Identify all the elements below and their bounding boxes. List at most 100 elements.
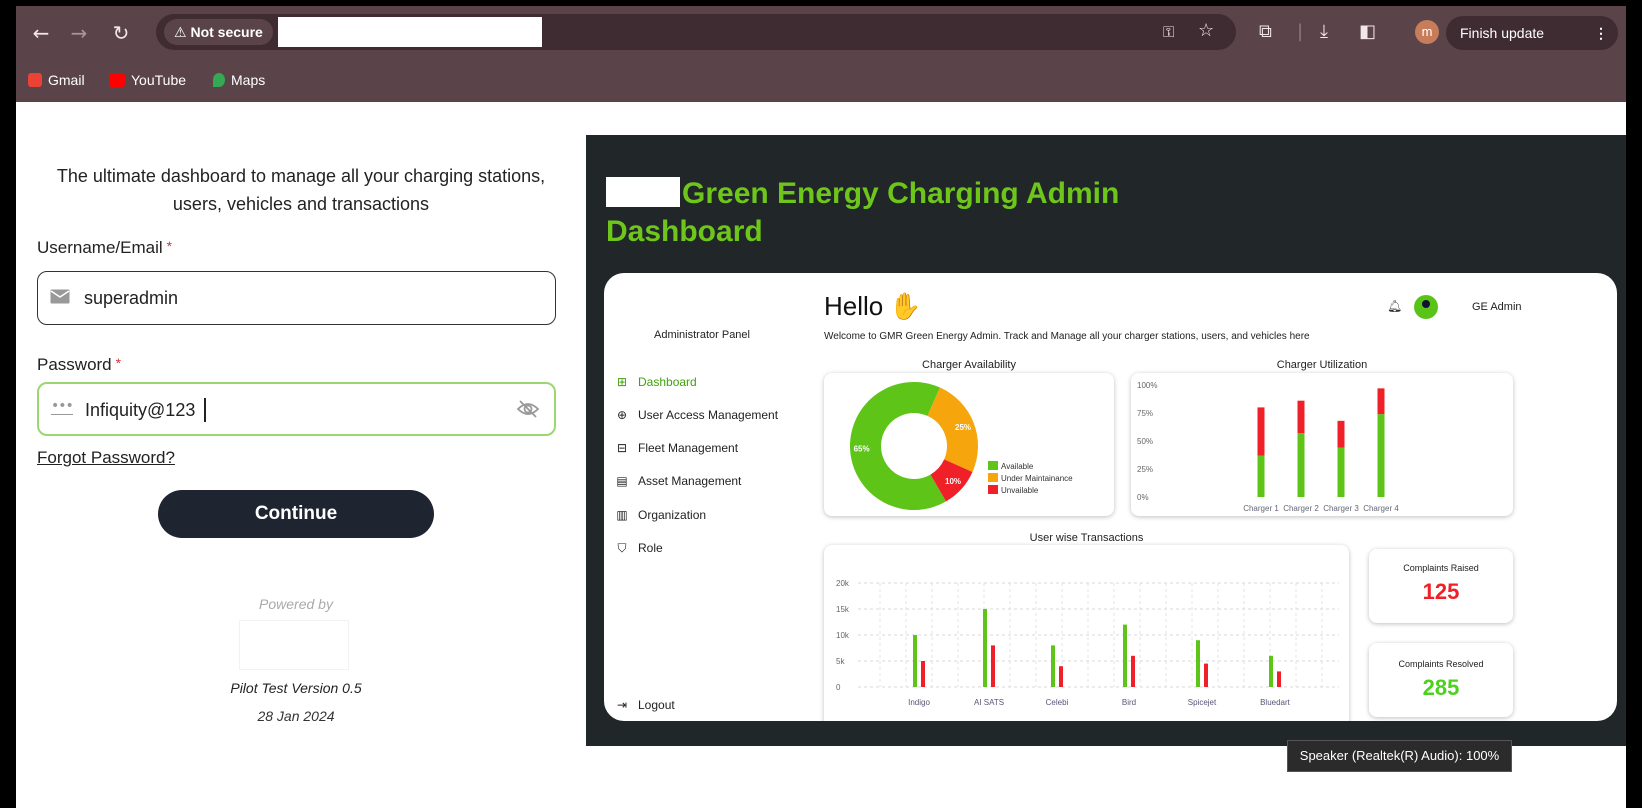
volume-tooltip: Speaker (Realtek(R) Audio): 100%: [1287, 740, 1512, 772]
bar-red: [991, 645, 995, 687]
bookmark-label: Maps: [231, 72, 266, 88]
login-panel: The ultimate dashboard to manage all you…: [16, 102, 586, 808]
password-value: Infiquity@123: [85, 400, 196, 420]
admin-name: GE Admin: [1472, 301, 1522, 313]
not-secure-label: Not secure: [190, 24, 263, 40]
availability-donut: 65% 25% 10% Available Under Maintainance Unva…: [850, 381, 1073, 510]
transactions-chart: 20k 15k 10k 5k 0 Indigo AI SATS Celebi Bird Spice…: [836, 579, 1339, 707]
bar-green: [983, 609, 987, 687]
menu-label: User Access Management: [638, 408, 779, 422]
y-tick-label: 20k: [836, 579, 850, 588]
download-icon[interactable]: ⤓: [1320, 20, 1328, 44]
bookmark-gmail[interactable]: Gmail: [28, 70, 85, 90]
menu-label: Fleet Management: [638, 441, 739, 455]
x-tick-label: Bird: [1122, 698, 1136, 707]
bar-green: [1196, 640, 1200, 687]
bookmark-maps[interactable]: Maps: [213, 70, 265, 90]
bell-icon[interactable]: 🔔︎: [1387, 299, 1402, 313]
kebab-menu-icon[interactable]: ⋮: [1594, 16, 1608, 50]
powered-by-label: Powered by: [259, 596, 333, 612]
menu-label: Role: [638, 541, 663, 555]
forgot-password-link[interactable]: Forgot Password?: [37, 448, 175, 468]
password-dots-icon: •••: [51, 398, 74, 414]
hero-title: Green Energy Charging Admin Dashboard: [606, 175, 1166, 251]
menu-label: Asset Management: [638, 474, 742, 488]
car-icon: ⊟: [616, 441, 628, 455]
menu-item-role[interactable]: ⛉ Role: [614, 539, 663, 557]
bar-green: [1337, 447, 1345, 497]
legend-swatch: [988, 485, 998, 494]
legend-label: Under Maintainance: [1001, 474, 1073, 483]
y-tick-label: 5k: [836, 657, 845, 666]
utilization-card: 100% 75% 50% 25% 0% Charger 1 Charger 2 Charger…: [1131, 373, 1513, 516]
finish-update-button[interactable]: Finish update ⋮: [1446, 16, 1618, 50]
username-label-text: Username/Email: [37, 238, 163, 257]
wave-icon: ✋: [889, 292, 922, 322]
bar-green: [1377, 414, 1385, 497]
side-panel-icon[interactable]: ◧: [1359, 20, 1376, 44]
admin-avatar[interactable]: [1414, 295, 1438, 319]
y-tick-label: 0%: [1137, 493, 1149, 502]
bookmark-label: Gmail: [48, 72, 85, 88]
x-tick-label: Bluedart: [1260, 698, 1291, 707]
menu-label: Organization: [638, 508, 707, 522]
url-field[interactable]: [278, 17, 542, 47]
mail-icon: [50, 289, 70, 304]
welcome-text: Welcome to GMR Green Energy Admin. Track…: [824, 331, 1310, 342]
browser-toolbar: ← → ↻ ⚠ Not secure ⚿ ☆ ⧉ | ⤓ ◧ m Finish …: [16, 6, 1626, 58]
username-field[interactable]: superadmin: [37, 271, 556, 325]
tagline: The ultimate dashboard to manage all you…: [56, 166, 546, 214]
x-tick-label: Spicejet: [1188, 698, 1217, 707]
bar-red: [1337, 420, 1345, 448]
extensions-icon[interactable]: ⧉: [1259, 20, 1272, 44]
complaints-resolved-value: 285: [1422, 675, 1460, 700]
transactions-card: 20k 15k 10k 5k 0 Indigo AI SATS Celebi Bird Spice…: [824, 545, 1349, 721]
bar-red: [1059, 666, 1063, 687]
menu-item-dashboard[interactable]: ⊞ Dashboard: [614, 373, 697, 391]
bookmark-youtube[interactable]: YouTube: [109, 70, 186, 90]
legend-label: Unvailable: [1001, 486, 1039, 495]
menu-item-asset[interactable]: ▤ Asset Management: [614, 472, 741, 490]
complaints-raised-value: 125: [1422, 579, 1460, 604]
menu-item-logout[interactable]: ⇥ Logout: [614, 696, 675, 714]
complaints-raised-card: Complaints Raised 125: [1369, 549, 1513, 623]
key-icon[interactable]: ⚿: [1163, 20, 1174, 44]
version-date: 28 Jan 2024: [257, 708, 335, 724]
logout-icon: ⇥: [616, 698, 628, 712]
version-label: Pilot Test Version 0.5: [230, 680, 362, 696]
bar-red: [1204, 663, 1208, 687]
legend-swatch: [988, 461, 998, 470]
bookmark-label: YouTube: [131, 72, 187, 88]
eye-off-icon[interactable]: [516, 399, 540, 419]
menu-item-organization[interactable]: ▥ Organization: [614, 506, 706, 524]
password-label-text: Password: [37, 355, 112, 374]
forward-icon[interactable]: →: [66, 20, 92, 46]
x-tick-label: Charger 2: [1283, 504, 1319, 513]
complaints-raised-label: Complaints Raised: [1403, 563, 1479, 573]
finish-update-label: Finish update: [1460, 25, 1545, 41]
password-field[interactable]: ••• Infiquity@123: [37, 382, 556, 436]
menu-label: Logout: [638, 698, 675, 712]
bar-green: [913, 635, 917, 687]
menu-item-fleet[interactable]: ⊟ Fleet Management: [614, 439, 738, 457]
not-secure-chip[interactable]: ⚠ Not secure: [164, 19, 273, 45]
reload-icon[interactable]: ↻: [108, 20, 134, 46]
bar-green: [1297, 433, 1305, 497]
continue-button[interactable]: Continue: [158, 490, 434, 538]
back-icon[interactable]: ←: [28, 20, 54, 46]
bar-green: [1051, 645, 1055, 687]
password-label: Password *: [37, 355, 121, 375]
slice-label: 65%: [854, 445, 870, 454]
y-tick-label: 50%: [1137, 437, 1153, 446]
star-icon[interactable]: ☆: [1198, 19, 1214, 43]
bar-red: [1297, 400, 1305, 434]
profile-avatar[interactable]: m: [1415, 20, 1439, 44]
username-value: superadmin: [84, 288, 179, 308]
y-tick-label: 10k: [836, 631, 850, 640]
password-icon-underline: [51, 414, 73, 415]
grid-icon: ⊞: [616, 375, 628, 389]
menu-item-user-access[interactable]: ⊕ User Access Management: [614, 406, 778, 424]
address-bar[interactable]: ⚠ Not secure ⚿ ☆: [156, 14, 1236, 50]
y-tick-label: 25%: [1137, 465, 1153, 474]
availability-card: 65% 25% 10% Available Under Maintainance Unva…: [824, 373, 1114, 516]
